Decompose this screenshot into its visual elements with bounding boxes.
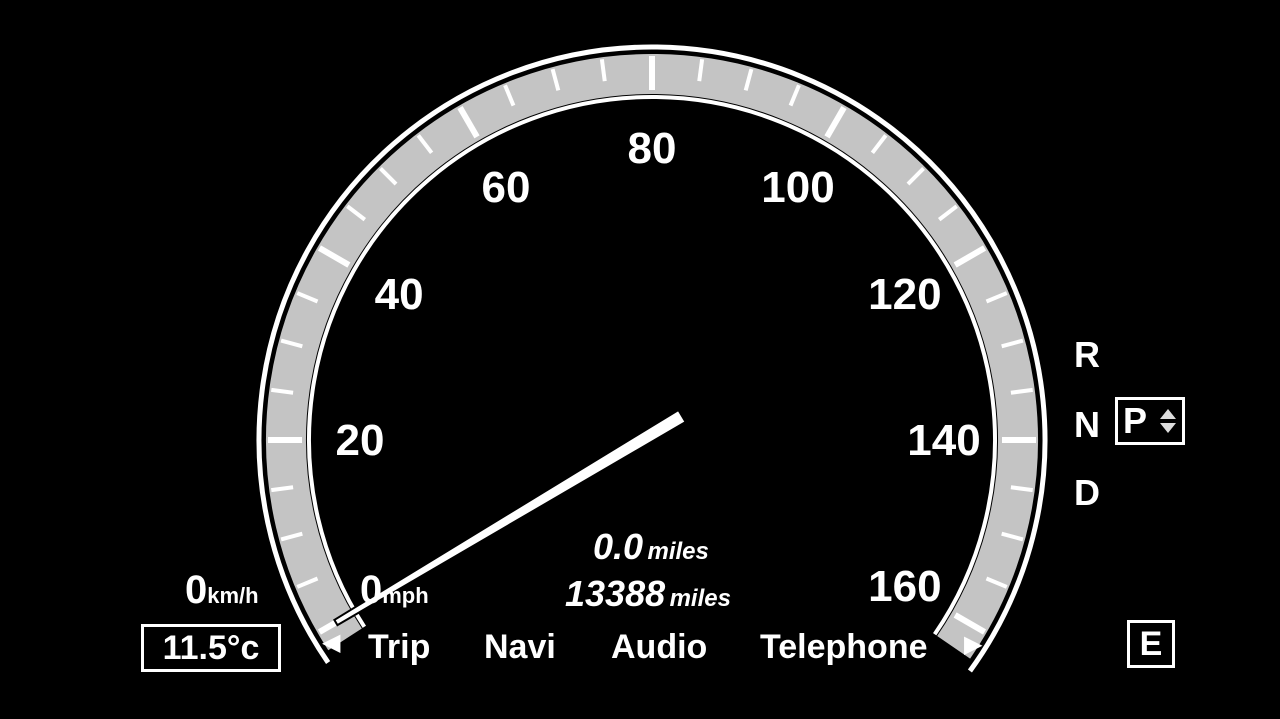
gear-n: N [1074,404,1100,445]
minor-tick [271,387,294,395]
mph-readout: 0mph [360,568,429,613]
scale-label-80: 80 [628,124,677,173]
minor-tick [697,59,705,82]
selected-gear: P [1123,400,1148,441]
minor-tick [1010,485,1033,493]
trip-value: 0.0 [593,526,644,567]
odometer-readout: 13388 miles [565,573,731,615]
outside-temperature: 11.5°c [141,624,281,672]
scale-label-100: 100 [761,163,834,212]
up-down-arrows-icon [1160,409,1176,433]
scale-label-120: 120 [868,270,941,319]
menu-item-audio[interactable]: Audio [611,628,707,667]
minor-tick [1010,387,1033,395]
kmh-unit: km/h [207,583,259,608]
minor-tick [271,485,294,493]
odometer-value: 13388 [565,573,666,614]
menu-right-arrow-icon[interactable]: ▶ [964,630,982,659]
menu-item-trip[interactable]: Trip [368,628,430,667]
menu-item-telephone[interactable]: Telephone [760,628,928,667]
scale-label-160: 160 [868,562,941,611]
menu-item-navi[interactable]: Navi [484,628,556,667]
trip-readout: 0.0 miles [593,526,709,568]
selected-gear-box: P [1115,397,1185,445]
menu-left-arrow-icon[interactable]: ◀ [322,628,340,657]
mph-unit: mph [382,583,429,608]
gear-d: D [1074,472,1100,513]
mph-value: 0 [360,568,383,612]
scale-label-60: 60 [482,163,531,212]
scale-label-20: 20 [336,416,385,465]
minor-tick [599,59,607,82]
odometer-unit: miles [669,585,731,612]
scale-label-40: 40 [375,270,424,319]
gear-r: R [1074,334,1100,375]
scale-label-140: 140 [907,416,980,465]
kmh-readout: 0km/h [185,568,259,613]
trip-unit: miles [647,538,709,565]
kmh-value: 0 [185,568,208,612]
eco-mode-indicator: E [1127,620,1175,668]
